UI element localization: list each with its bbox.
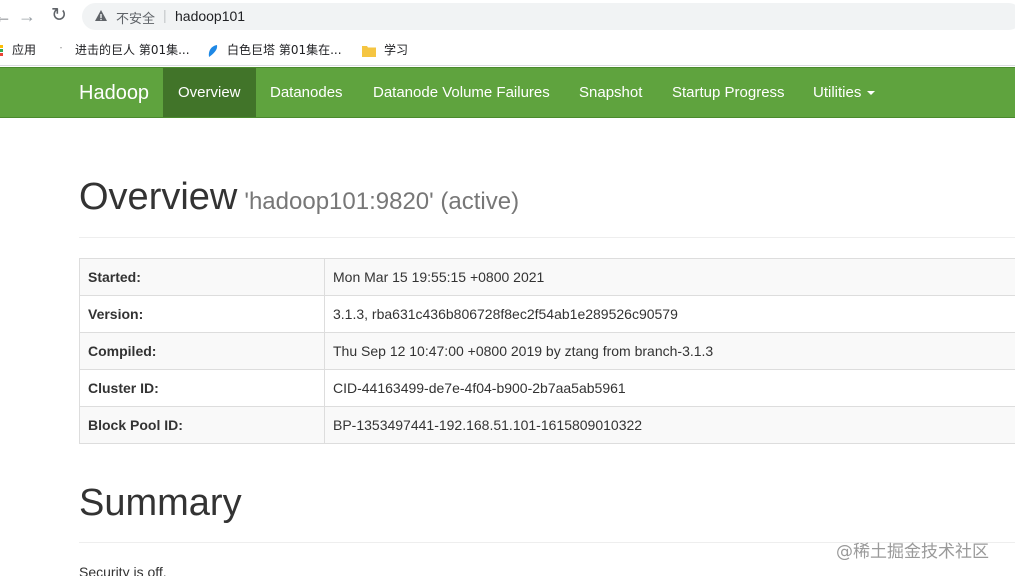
security-status-text: Security is off. (79, 564, 167, 576)
nav-startup-progress[interactable]: Startup Progress (672, 68, 785, 117)
apps-grid-icon (0, 44, 3, 56)
row-value: CID-44163499-de7e-4f04-b900-2b7aa5ab5961 (324, 369, 1015, 407)
summary-heading: Summary (79, 482, 1015, 543)
bookmark-folder-study[interactable]: 学习 (362, 41, 408, 58)
url-text[interactable]: hadoop101 (175, 8, 245, 24)
nav-datanodes[interactable]: Datanodes (270, 68, 343, 117)
page-title: Overview'hadoop101:9820' (active) (79, 176, 1015, 219)
table-row: Version: 3.1.3, rba631c436b806728f8ec2f5… (79, 295, 1015, 333)
back-arrow-icon[interactable]: ← (0, 6, 12, 26)
row-key: Block Pool ID: (79, 406, 325, 444)
bookmark-apps[interactable]: 应用 (0, 41, 36, 58)
overview-title: Overview (79, 176, 238, 218)
feather-icon (208, 44, 218, 57)
nav-datanode-volume-failures[interactable]: Datanode Volume Failures (373, 68, 550, 117)
bookmark-attack-on-titan[interactable]: 进击的巨人 第01集... (57, 41, 190, 58)
address-bar[interactable]: 不安全 | hadoop101 (82, 3, 1015, 30)
table-row: Cluster ID: CID-44163499-de7e-4f04-b900-… (79, 369, 1015, 407)
url-separator: | (163, 7, 167, 23)
watermark: @稀土掘金技术社区 (836, 542, 989, 562)
row-key: Cluster ID: (79, 369, 325, 407)
overview-info-table: Started: Mon Mar 15 19:55:15 +0800 2021 … (79, 258, 1015, 444)
bookmark-label: 学习 (384, 43, 409, 57)
bookmark-label: 应用 (12, 43, 37, 57)
page-icon (60, 46, 62, 49)
browser-address-row: ← → ↻ 不安全 | hadoop101 (0, 0, 1015, 34)
bookmark-label: 进击的巨人 第01集... (75, 43, 190, 57)
row-key: Started: (79, 258, 325, 296)
bookmark-white-tower[interactable]: 白色巨塔 第01集在... (207, 41, 342, 58)
security-status-label[interactable]: 不安全 (116, 8, 155, 27)
row-value: Thu Sep 12 10:47:00 +0800 2019 by ztang … (324, 332, 1015, 370)
nav-utilities-dropdown[interactable]: Utilities (813, 68, 876, 117)
bookmark-label: 白色巨塔 第01集在... (227, 43, 342, 57)
row-value: BP-1353497441-192.168.51.101-16158090103… (324, 406, 1015, 444)
table-row: Block Pool ID: BP-1353497441-192.168.51.… (79, 406, 1015, 444)
folder-icon (362, 45, 376, 57)
forward-arrow-icon[interactable]: → (18, 6, 36, 26)
hadoop-navbar: Hadoop Overview Datanodes Datanode Volum… (0, 67, 1015, 118)
overview-header: Overview'hadoop101:9820' (active) (79, 176, 1015, 238)
bookmarks-bar: 应用 进击的巨人 第01集... 白色巨塔 第01集在... 学习 (0, 34, 1015, 66)
overview-subtitle: 'hadoop101:9820' (active) (244, 188, 520, 215)
nav-snapshot[interactable]: Snapshot (579, 68, 642, 117)
table-row: Started: Mon Mar 15 19:55:15 +0800 2021 (79, 258, 1015, 296)
row-key: Version: (79, 295, 325, 333)
row-key: Compiled: (79, 332, 325, 370)
nav-overview[interactable]: Overview (163, 68, 256, 117)
warning-triangle-icon[interactable] (94, 8, 108, 24)
navbar-brand[interactable]: Hadoop (79, 82, 149, 105)
caret-down-icon (867, 91, 876, 96)
row-value: Mon Mar 15 19:55:15 +0800 2021 (324, 258, 1015, 296)
nav-utilities-label: Utilities (813, 84, 862, 101)
reload-icon[interactable]: ↻ (51, 6, 67, 26)
table-row: Compiled: Thu Sep 12 10:47:00 +0800 2019… (79, 332, 1015, 370)
row-value: 3.1.3, rba631c436b806728f8ec2f54ab1e2895… (324, 295, 1015, 333)
